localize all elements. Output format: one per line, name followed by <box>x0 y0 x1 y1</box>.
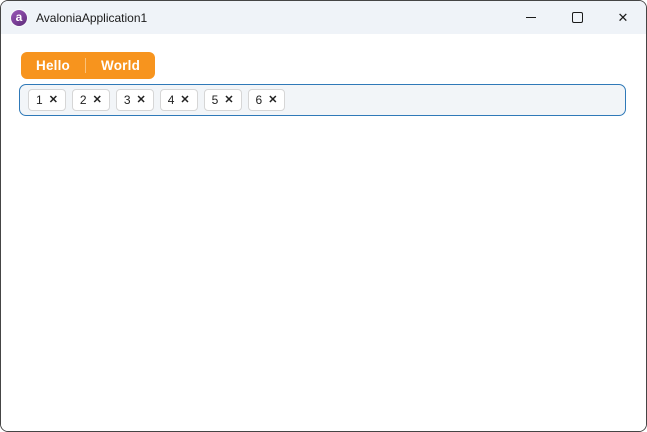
chip-5: 5 ✕ <box>203 89 242 111</box>
tab-strip: Hello World <box>21 52 156 79</box>
chip-4: 4 ✕ <box>159 89 198 111</box>
window-controls: ✕ <box>508 1 646 34</box>
window-title: AvaloniaApplication1 <box>36 10 148 25</box>
chip-label: 2 <box>79 93 87 107</box>
chip-list: 1 ✕ 2 ✕ 3 ✕ 4 ✕ 5 ✕ 6 ✕ <box>19 84 626 116</box>
chip-label: 5 <box>211 93 219 107</box>
content-area: Hello World 1 ✕ 2 ✕ 3 ✕ 4 ✕ 5 ✕ 6 ✕ <box>1 34 646 431</box>
minimize-button[interactable] <box>508 1 554 34</box>
close-button[interactable]: ✕ <box>600 1 646 34</box>
app-window: a AvaloniaApplication1 ✕ Hello World 1 ✕ <box>0 0 647 432</box>
close-icon: ✕ <box>617 10 629 25</box>
tab-world[interactable]: World <box>86 52 155 79</box>
avalonia-logo-icon: a <box>11 9 27 26</box>
chip-remove-icon[interactable]: ✕ <box>137 94 146 106</box>
chip-remove-icon[interactable]: ✕ <box>224 94 233 106</box>
chip-2: 2 ✕ <box>71 89 110 111</box>
maximize-button[interactable] <box>554 1 600 34</box>
chip-label: 4 <box>167 93 175 107</box>
chip-remove-icon[interactable]: ✕ <box>268 94 277 106</box>
chip-label: 3 <box>123 93 131 107</box>
chip-remove-icon[interactable]: ✕ <box>49 94 58 106</box>
chip-1: 1 ✕ <box>28 89 66 111</box>
chip-remove-icon[interactable]: ✕ <box>93 94 102 106</box>
titlebar[interactable]: a AvaloniaApplication1 ✕ <box>1 1 646 34</box>
chip-remove-icon[interactable]: ✕ <box>180 94 189 106</box>
avalonia-logo-letter: a <box>15 9 23 24</box>
maximize-icon <box>571 12 583 23</box>
chip-6: 6 ✕ <box>247 89 286 111</box>
chip-label: 6 <box>255 93 263 107</box>
minimize-icon <box>526 17 536 18</box>
chip-label: 1 <box>36 93 43 107</box>
tab-hello[interactable]: Hello <box>21 52 85 79</box>
chip-3: 3 ✕ <box>115 89 154 111</box>
